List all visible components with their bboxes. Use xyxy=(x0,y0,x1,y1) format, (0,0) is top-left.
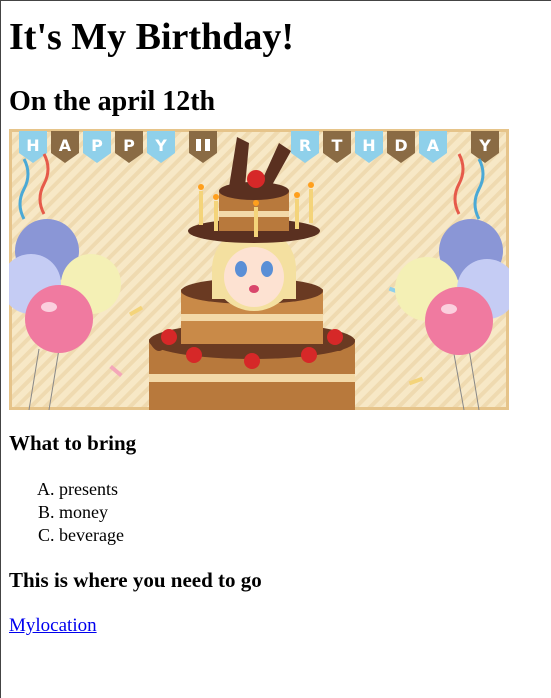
list-item: beverage xyxy=(59,524,543,547)
svg-text:A: A xyxy=(59,136,72,155)
svg-text:P: P xyxy=(123,136,135,155)
list-item: money xyxy=(59,501,543,524)
bring-heading: What to bring xyxy=(9,431,137,455)
location-link[interactable]: Mylocation xyxy=(9,615,97,637)
svg-text:P: P xyxy=(91,136,103,155)
birthday-banner-image: H A P P Y R T H D A Y xyxy=(9,129,509,410)
svg-text:R: R xyxy=(299,136,311,155)
date-heading: On the april 12th xyxy=(9,86,216,117)
svg-text:H: H xyxy=(26,136,39,155)
bring-list: presents money beverage xyxy=(9,478,543,547)
svg-text:T: T xyxy=(332,136,343,155)
svg-text:D: D xyxy=(394,136,407,155)
location-heading: This is where you need to go xyxy=(9,568,262,592)
svg-text:H: H xyxy=(362,136,375,155)
page-title: It's My Birthday! xyxy=(9,16,294,58)
svg-text:Y: Y xyxy=(478,136,491,155)
list-item: presents xyxy=(59,478,543,501)
svg-text:A: A xyxy=(427,136,440,155)
svg-text:Y: Y xyxy=(154,136,167,155)
